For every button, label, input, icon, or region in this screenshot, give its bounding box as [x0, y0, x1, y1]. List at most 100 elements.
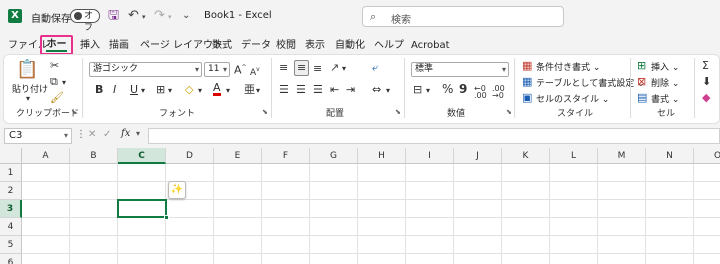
fill-handle[interactable]: [164, 215, 169, 220]
row-header-6[interactable]: 6: [0, 254, 22, 264]
clear-icon[interactable]: ◆: [702, 92, 710, 104]
decrease-font-icon[interactable]: Av: [250, 64, 260, 79]
orientation-icon[interactable]: ↗: [330, 62, 339, 74]
wrap-text-icon[interactable]: ⤶: [372, 62, 378, 74]
row-header-5[interactable]: 5: [0, 236, 22, 254]
copy-dropdown-icon[interactable]: ▾: [62, 77, 66, 89]
row-header-1[interactable]: 1: [0, 164, 22, 182]
cancel-icon[interactable]: ✕: [88, 129, 96, 140]
fill-icon[interactable]: ⬇: [702, 76, 711, 88]
redo-icon[interactable]: ↷: [154, 9, 165, 23]
align-middle-icon[interactable]: ≡: [294, 60, 310, 76]
active-cell[interactable]: [117, 199, 169, 220]
column-header-h[interactable]: H: [358, 148, 406, 164]
row-header-3[interactable]: 3: [0, 200, 22, 218]
column-header-c[interactable]: C: [118, 148, 166, 164]
merge-dropdown-icon[interactable]: ▾: [386, 85, 390, 97]
column-header-i[interactable]: I: [406, 148, 454, 164]
autosave-toggle[interactable]: オフ: [70, 9, 100, 33]
orientation-dropdown-icon[interactable]: ▾: [342, 63, 346, 75]
formula-input[interactable]: [148, 128, 720, 144]
currency-dropdown-icon[interactable]: ▾: [426, 85, 430, 97]
name-box[interactable]: C3 ▾: [4, 128, 72, 144]
increase-indent-icon[interactable]: ⇥: [346, 84, 355, 96]
column-header-e[interactable]: E: [214, 148, 262, 164]
paste-icon[interactable]: 📋: [16, 60, 38, 80]
fx-dropdown-icon[interactable]: ▾: [136, 129, 140, 138]
cut-icon[interactable]: ✂: [50, 60, 59, 72]
align-left-icon[interactable]: ☰: [279, 84, 289, 96]
italic-button[interactable]: I: [113, 84, 116, 96]
decrease-decimal-icon[interactable]: .00 →0: [492, 85, 505, 100]
column-header-a[interactable]: A: [22, 148, 70, 164]
copilot-icon[interactable]: ✨: [168, 181, 186, 199]
copy-icon[interactable]: ⧉: [50, 76, 58, 88]
number-format-select[interactable]: 標準 ▾: [411, 62, 509, 77]
select-all-button[interactable]: [0, 148, 22, 164]
fill-color-icon[interactable]: ◇: [185, 84, 193, 96]
percent-button[interactable]: %: [442, 83, 453, 95]
row-header-2[interactable]: 2: [0, 182, 22, 200]
column-header-m[interactable]: M: [598, 148, 646, 164]
cell-styles-button[interactable]: セルのスタイル ⌄: [536, 92, 609, 105]
align-top-icon[interactable]: ≡: [279, 62, 288, 74]
font-color-icon[interactable]: A: [213, 82, 221, 96]
alignment-launcher-icon[interactable]: ⬊: [395, 108, 401, 116]
worksheet-grid[interactable]: [0, 148, 720, 264]
conditional-format-button[interactable]: 条件付き書式 ⌄: [536, 60, 600, 73]
fill-color-dropdown-icon[interactable]: ▾: [198, 85, 202, 97]
format-cells-icon[interactable]: ▤: [637, 92, 647, 104]
search-box[interactable]: ⌕ 検索: [362, 6, 564, 27]
undo-icon[interactable]: ↶: [128, 9, 139, 23]
column-header-k[interactable]: K: [502, 148, 550, 164]
borders-dropdown-icon[interactable]: ▾: [168, 85, 172, 97]
number-launcher-icon[interactable]: ⬊: [506, 108, 512, 116]
increase-decimal-icon[interactable]: ←0.00: [474, 85, 487, 100]
row-header-4[interactable]: 4: [0, 218, 22, 236]
column-header-d[interactable]: D: [166, 148, 214, 164]
insert-cells-icon[interactable]: ⊞: [637, 60, 646, 72]
delete-cells-button[interactable]: 削除 ⌄: [651, 76, 679, 89]
borders-icon[interactable]: ⊞: [156, 84, 165, 96]
phonetic-icon[interactable]: 亜: [244, 84, 255, 96]
tab-home[interactable]: ホーム: [40, 35, 73, 66]
column-header-n[interactable]: N: [646, 148, 694, 164]
merge-center-icon[interactable]: ⇔: [372, 84, 381, 96]
font-launcher-icon[interactable]: ⬊: [262, 108, 268, 116]
enter-icon[interactable]: ✓: [103, 129, 111, 140]
phonetic-dropdown-icon[interactable]: ▾: [256, 85, 260, 97]
format-painter-icon[interactable]: 🖌: [50, 92, 64, 104]
align-right-icon[interactable]: ☰: [313, 84, 323, 96]
column-header-j[interactable]: J: [454, 148, 502, 164]
paste-dropdown-icon[interactable]: ▾: [26, 93, 30, 105]
currency-icon[interactable]: ⊟: [413, 84, 422, 96]
comma-style-button[interactable]: 9: [459, 83, 467, 95]
clipboard-launcher-icon[interactable]: ⬊: [71, 108, 77, 116]
conditional-format-icon[interactable]: ▦: [522, 60, 532, 72]
cell-styles-icon[interactable]: ▣: [522, 92, 532, 104]
increase-font-icon[interactable]: A^: [234, 62, 247, 77]
font-color-dropdown-icon[interactable]: ▾: [226, 85, 230, 97]
format-cells-button[interactable]: 書式 ⌄: [651, 92, 679, 105]
insert-function-button[interactable]: fx: [121, 128, 130, 139]
column-header-l[interactable]: L: [550, 148, 598, 164]
column-header-f[interactable]: F: [262, 148, 310, 164]
redo-dropdown-icon[interactable]: ▾: [168, 10, 172, 24]
decrease-indent-icon[interactable]: ⇤: [330, 84, 339, 96]
column-header-g[interactable]: G: [310, 148, 358, 164]
more-icon[interactable]: ⋮: [76, 129, 86, 140]
underline-button[interactable]: U: [130, 84, 138, 96]
align-bottom-icon[interactable]: ≡: [313, 63, 322, 75]
save-icon[interactable]: 🖫: [108, 9, 119, 23]
format-as-table-button[interactable]: テーブルとして書式設定 ⌄: [536, 76, 645, 89]
undo-dropdown-icon[interactable]: ▾: [142, 10, 146, 24]
column-header-b[interactable]: B: [70, 148, 118, 164]
format-as-table-icon[interactable]: ▦: [522, 76, 532, 88]
customize-toolbar-icon[interactable]: ⌄: [182, 9, 190, 23]
autosum-button[interactable]: Σ: [702, 60, 709, 72]
delete-cells-icon[interactable]: ⊠: [637, 76, 646, 88]
column-header-o[interactable]: O: [694, 148, 720, 164]
insert-cells-button[interactable]: 挿入 ⌄: [651, 60, 679, 73]
font-size-select[interactable]: 11 ▾: [204, 62, 230, 77]
font-name-select[interactable]: 游ゴシック ▾: [89, 62, 202, 77]
